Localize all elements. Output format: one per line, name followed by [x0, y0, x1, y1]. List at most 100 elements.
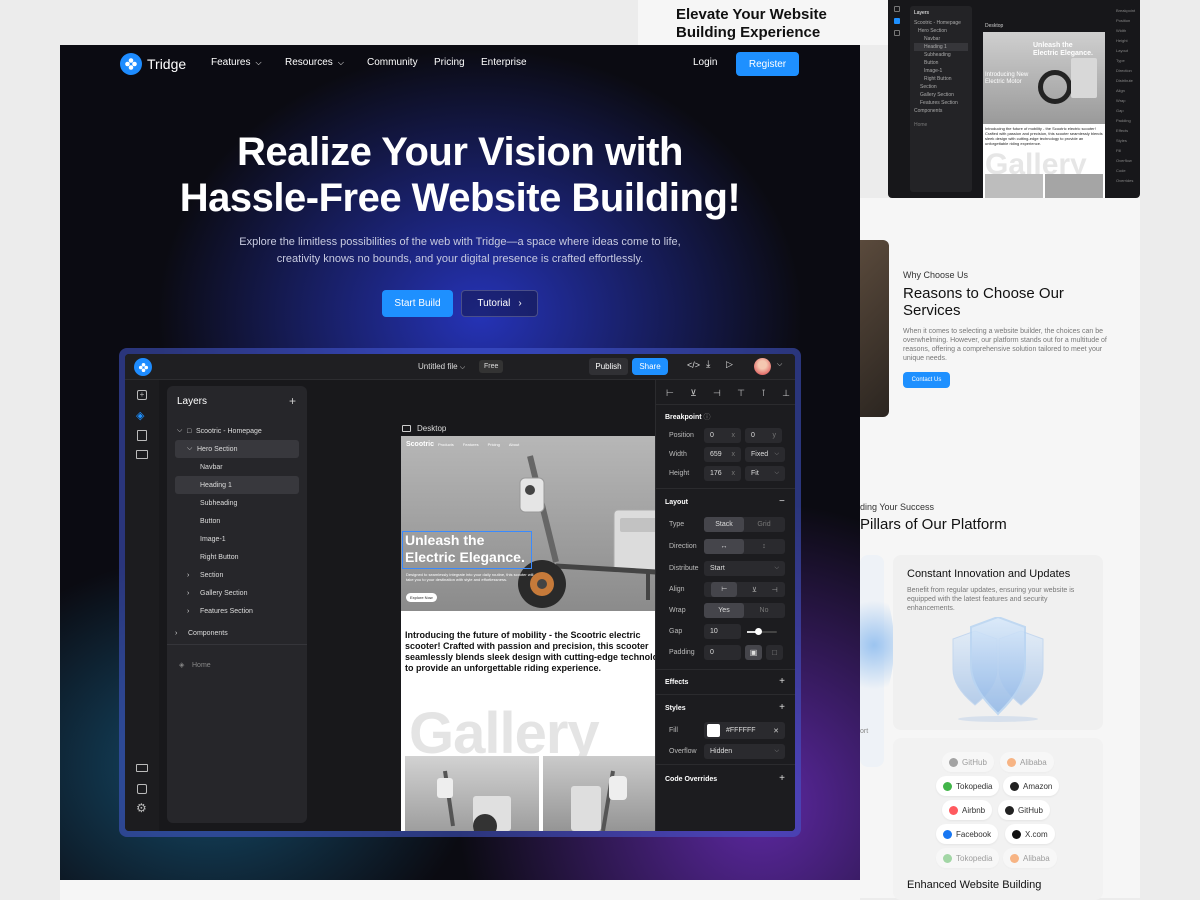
layer-section[interactable]: › Section [167, 566, 307, 584]
arrow-horizontal-icon[interactable]: ↔ [704, 539, 744, 554]
layer-button[interactable]: Button [167, 512, 307, 530]
wrap-yes-option[interactable]: Yes [704, 603, 744, 618]
collapse-icon[interactable]: − [779, 496, 785, 507]
align-bottom-icon[interactable]: ⊥ [782, 388, 790, 399]
nav-enterprise[interactable]: Enterprise [481, 57, 527, 68]
type-grid-option[interactable]: Grid [744, 521, 784, 528]
preview-explore-button[interactable]: Explore Now [406, 593, 437, 602]
chevron-right-icon: › [175, 629, 178, 637]
contact-us-button[interactable]: Contact Us [903, 372, 950, 388]
nav-resources[interactable]: Resources ⌵ [285, 57, 344, 68]
layer-navbar[interactable]: Navbar [167, 458, 307, 476]
type-stack-option[interactable]: Stack [704, 517, 744, 532]
input-unit: x [731, 432, 736, 439]
width-mode-select[interactable]: Fixed ⌵ [745, 447, 785, 462]
position-y-input[interactable]: 0y [745, 428, 782, 443]
layer-features[interactable]: › Features Section [167, 602, 307, 620]
preview-hero: Scootric Products Features Pricing About [401, 436, 681, 611]
add-effect-icon[interactable]: + [779, 676, 785, 687]
back-prop-label: Type [1116, 58, 1125, 63]
distribute-select[interactable]: Start ⌵ [704, 561, 785, 576]
effects-heading: Effects [665, 679, 689, 686]
align-start-icon[interactable]: ⊢ [711, 582, 738, 597]
why-title: Reasons to Choose Our Services [903, 285, 1064, 319]
download-icon[interactable]: ⤓ [706, 359, 710, 370]
layer-heading[interactable]: Heading 1 [175, 476, 299, 494]
file-icon[interactable] [137, 430, 147, 441]
layer-root[interactable]: ⌵ □ Scootric - Homepage [167, 422, 307, 440]
layer-subheading[interactable]: Subheading [167, 494, 307, 512]
divider [656, 694, 795, 695]
padding-all-icon[interactable]: ▣ [745, 645, 762, 660]
editor-logo-icon[interactable] [134, 358, 152, 376]
input-unit: y [772, 432, 777, 439]
chevron-down-icon: ⌵ [177, 427, 183, 434]
layer-gallery[interactable]: › Gallery Section [167, 584, 307, 602]
nav-community[interactable]: Community [367, 57, 418, 68]
code-icon[interactable]: </> [687, 360, 700, 370]
avatar[interactable] [754, 358, 771, 375]
gap-input[interactable]: 10 [704, 624, 741, 639]
styles-heading: Styles [665, 705, 686, 712]
height-input[interactable]: 176 x [704, 466, 741, 481]
align-left-icon[interactable]: ⊢ [666, 388, 674, 399]
copy-icon[interactable] [137, 784, 147, 794]
gap-slider[interactable] [747, 628, 777, 635]
start-build-button[interactable]: Start Build [382, 290, 453, 317]
folder-icon[interactable] [136, 450, 148, 459]
back-layers-label: Layers [914, 10, 930, 16]
height-mode-select[interactable]: Fit ⌵ [745, 466, 785, 481]
gap-slider-knob[interactable] [754, 628, 762, 635]
login-link[interactable]: Login [693, 57, 717, 68]
back-layer-item: Navbar [924, 36, 941, 42]
file-name-dropdown[interactable]: Untitled file ⌵ [418, 362, 465, 372]
add-layer-icon[interactable]: + [289, 394, 296, 408]
play-icon[interactable]: ▷ [726, 359, 733, 370]
publish-button[interactable]: Publish [589, 358, 628, 375]
tutorial-button[interactable]: Tutorial › [461, 290, 538, 317]
nav-pricing[interactable]: Pricing [434, 57, 465, 68]
fill-input[interactable]: #FFFFFF ✕ [704, 722, 785, 739]
share-button[interactable]: Share [632, 358, 668, 375]
align-center-icon[interactable]: ⊻ [752, 586, 757, 594]
align-center-icon[interactable]: ⊻ [690, 388, 697, 399]
layer-label: Gallery Section [200, 589, 248, 597]
align-end-icon[interactable]: ⊣ [772, 586, 778, 594]
integration-pill: Facebook [936, 824, 999, 844]
gear-icon[interactable]: ⚙ [136, 801, 147, 815]
arrow-vertical-icon[interactable]: ↕ [744, 543, 784, 550]
layer-home[interactable]: ◈ Home [167, 656, 307, 674]
align-right-icon[interactable]: ⊣ [713, 388, 721, 399]
add-override-icon[interactable]: + [779, 773, 785, 784]
align-middle-icon[interactable]: ⊺ [761, 388, 766, 399]
integration-pill: Amazon [1003, 776, 1060, 796]
chevron-down-icon[interactable]: ⌵ [777, 361, 782, 369]
padding-label: Padding [669, 649, 695, 656]
align-top-icon[interactable]: ⊤ [737, 388, 745, 399]
layer-components[interactable]: › Components [167, 624, 307, 642]
pill-label: Airbnb [962, 805, 986, 815]
brand[interactable]: Tridge [120, 53, 186, 75]
close-icon[interactable]: ✕ [773, 727, 779, 735]
layers-icon[interactable]: ◈ [136, 409, 144, 422]
layer-right-button[interactable]: Right Button [167, 548, 307, 566]
integration-pill: Alibaba [1000, 752, 1054, 772]
layer-hero-section[interactable]: ⌵ Hero Section [175, 440, 299, 458]
add-icon[interactable]: + [137, 390, 147, 400]
site-nav-item: Products [438, 442, 454, 447]
overflow-select[interactable]: Hidden ⌵ [704, 744, 785, 759]
video-icon[interactable] [136, 764, 148, 772]
align-toggle: ⊢ ⊻ ⊣ [704, 582, 785, 597]
back-editor-canvas: Unleash the Electric Elegance. Introduci… [983, 32, 1105, 198]
nav-features[interactable]: Features ⌵ [211, 57, 262, 68]
layer-image[interactable]: Image-1 [167, 530, 307, 548]
register-button[interactable]: Register [736, 52, 799, 76]
wrap-no-option[interactable]: No [744, 607, 784, 614]
width-input[interactable]: 659 x [704, 447, 741, 462]
add-style-icon[interactable]: + [779, 702, 785, 713]
position-x-input[interactable]: 0x [704, 428, 741, 443]
padding-individual-icon[interactable]: □ [766, 645, 783, 660]
back-layer-item: Heading 1 [914, 43, 968, 51]
site-preview[interactable]: Scootric Products Features Pricing About [401, 436, 681, 831]
padding-input[interactable]: 0 [704, 645, 741, 660]
